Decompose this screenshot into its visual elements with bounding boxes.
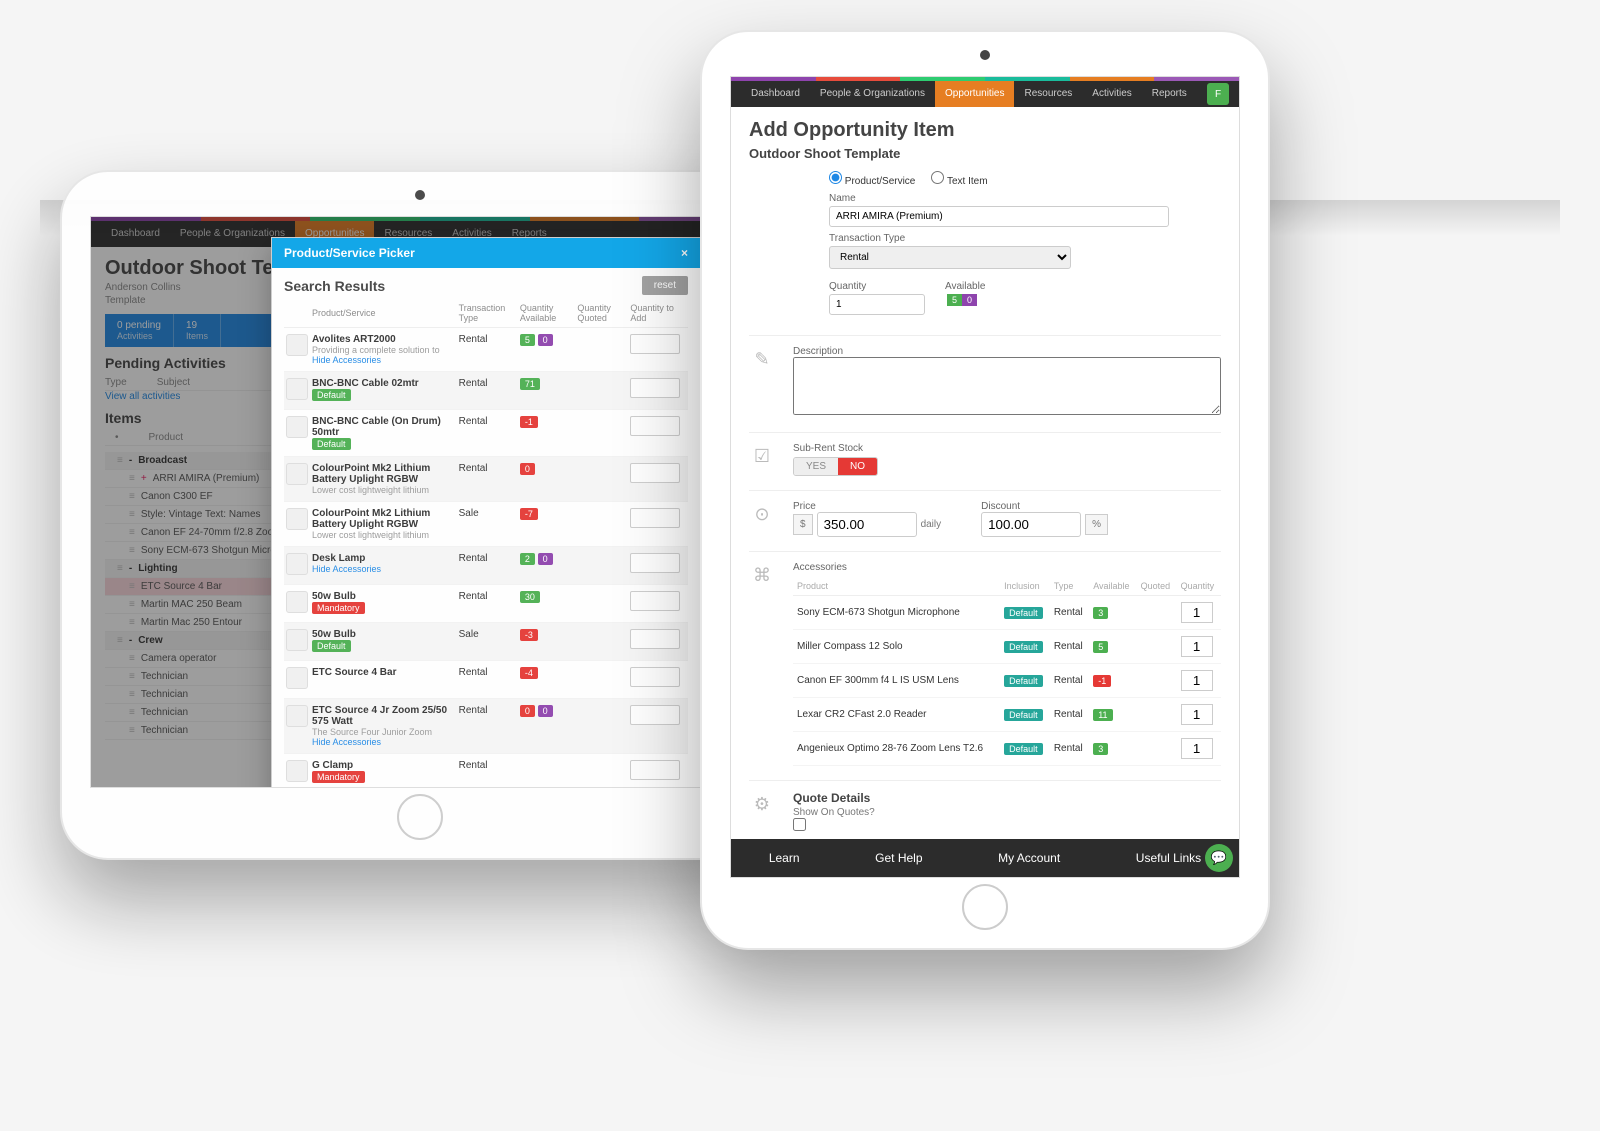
screen-left: DashboardPeople & OrganizationsOpportuni… xyxy=(90,216,750,788)
acc-qty-input[interactable] xyxy=(1181,704,1213,725)
nav-dashboard[interactable]: Dashboard xyxy=(741,81,810,107)
accessory-row: Canon EF 300mm f4 L IS USM LensDefaultRe… xyxy=(793,664,1221,698)
close-icon[interactable]: × xyxy=(681,246,688,260)
screen-right: DashboardPeople & OrganizationsOpportuni… xyxy=(730,76,1240,878)
qty-add-input[interactable] xyxy=(630,629,680,649)
nav-opportunities[interactable]: Opportunities xyxy=(935,81,1014,107)
quantity-input[interactable] xyxy=(829,294,925,315)
description-textarea[interactable] xyxy=(793,357,1221,415)
hierarchy-icon: ⌘ xyxy=(749,562,775,588)
acc-qty-input[interactable] xyxy=(1181,636,1213,657)
picker-row[interactable]: Avolites ART2000Providing a complete sol… xyxy=(284,328,688,372)
product-thumb-icon xyxy=(286,463,308,485)
nav-resources[interactable]: Resources xyxy=(1014,81,1082,107)
nav-activities[interactable]: Activities xyxy=(1082,81,1141,107)
accessory-row: Miller Compass 12 SoloDefaultRental5 xyxy=(793,630,1221,664)
camera-icon xyxy=(415,190,425,200)
camera-icon xyxy=(980,50,990,60)
picker-row[interactable]: G ClampMandatoryRental xyxy=(284,754,688,789)
accessory-row: Angenieux Optimo 28-76 Zoom Lens T2.6Def… xyxy=(793,732,1221,766)
qty-add-input[interactable] xyxy=(630,591,680,611)
qty-add-input[interactable] xyxy=(630,378,680,398)
product-thumb-icon xyxy=(286,667,308,689)
search-results-heading: Search Results xyxy=(284,278,385,294)
qty-add-input[interactable] xyxy=(630,553,680,573)
price-input[interactable] xyxy=(817,512,917,537)
picker-row[interactable]: 50w BulbMandatoryRental30 xyxy=(284,585,688,623)
chat-icon[interactable]: 💬 xyxy=(1205,844,1233,872)
acc-qty-input[interactable] xyxy=(1181,738,1213,759)
product-thumb-icon xyxy=(286,760,308,782)
modal-title-bar: Product/Service Picker × xyxy=(272,238,700,268)
footer-link[interactable]: My Account xyxy=(998,851,1060,865)
radio-text[interactable]: Text Item xyxy=(931,171,987,187)
pencil-icon: ✎ xyxy=(749,346,775,372)
page-title: Add Opportunity Item xyxy=(749,119,1221,142)
price-icon: ⊙ xyxy=(749,501,775,527)
gear-icon: ⚙ xyxy=(749,791,775,817)
tablet-right: DashboardPeople & OrganizationsOpportuni… xyxy=(700,30,1270,950)
accessories-table: ProductInclusionTypeAvailableQuotedQuant… xyxy=(793,577,1221,766)
subrent-toggle[interactable]: YESNO xyxy=(793,457,878,476)
show-on-quotes-checkbox[interactable] xyxy=(793,818,806,831)
product-thumb-icon xyxy=(286,705,308,727)
product-thumb-icon xyxy=(286,334,308,356)
acc-qty-input[interactable] xyxy=(1181,670,1213,691)
check-icon: ☑ xyxy=(749,443,775,469)
product-thumb-icon xyxy=(286,416,308,438)
product-thumb-icon xyxy=(286,629,308,651)
nav-bar: DashboardPeople & OrganizationsOpportuni… xyxy=(731,81,1239,107)
name-input[interactable] xyxy=(829,206,1169,227)
footer-link[interactable]: Learn xyxy=(769,851,800,865)
product-thumb-icon xyxy=(286,591,308,613)
picker-row[interactable]: BNC-BNC Cable 02mtrDefaultRental71 xyxy=(284,372,688,410)
transaction-type-select[interactable]: Rental xyxy=(829,246,1071,269)
footer-link[interactable]: Get Help xyxy=(875,851,922,865)
discount-input[interactable] xyxy=(981,512,1081,537)
qty-add-input[interactable] xyxy=(630,463,680,483)
product-picker-modal: Product/Service Picker × Search Results … xyxy=(271,237,701,788)
avatar[interactable]: F xyxy=(1207,83,1229,105)
product-thumb-icon xyxy=(286,508,308,530)
footer-nav: Learn Get Help My Account Useful Links 💬 xyxy=(731,839,1239,877)
acc-qty-input[interactable] xyxy=(1181,602,1213,623)
product-thumb-icon xyxy=(286,378,308,400)
qty-add-input[interactable] xyxy=(630,508,680,528)
qty-add-input[interactable] xyxy=(630,760,680,780)
available-badges: 50 xyxy=(947,294,977,306)
nav-reports[interactable]: Reports xyxy=(1142,81,1197,107)
picker-row[interactable]: ETC Source 4 Jr Zoom 25/50 575 WattThe S… xyxy=(284,699,688,754)
picker-row[interactable]: ColourPoint Mk2 Lithium Battery Uplight … xyxy=(284,457,688,502)
picker-row[interactable]: BNC-BNC Cable (On Drum) 50mtrDefaultRent… xyxy=(284,410,688,457)
accessory-row: Lexar CR2 CFast 2.0 ReaderDefaultRental1… xyxy=(793,698,1221,732)
tablet-left: DashboardPeople & OrganizationsOpportuni… xyxy=(60,170,780,860)
qty-add-input[interactable] xyxy=(630,667,680,687)
qty-add-input[interactable] xyxy=(630,334,680,354)
picker-row[interactable]: 50w BulbDefaultSale-3 xyxy=(284,623,688,661)
home-button-icon xyxy=(962,884,1008,930)
product-thumb-icon xyxy=(286,553,308,575)
reset-button[interactable]: reset xyxy=(642,276,688,295)
template-subtitle: Outdoor Shoot Template xyxy=(749,146,1221,161)
home-button-icon xyxy=(397,794,443,840)
qty-add-input[interactable] xyxy=(630,705,680,725)
picker-row[interactable]: ColourPoint Mk2 Lithium Battery Uplight … xyxy=(284,502,688,547)
radio-product[interactable]: Product/Service xyxy=(829,171,915,187)
picker-row[interactable]: ETC Source 4 BarRental-4 xyxy=(284,661,688,699)
qty-add-input[interactable] xyxy=(630,416,680,436)
nav-people-organizations[interactable]: People & Organizations xyxy=(810,81,935,107)
accessory-row: Sony ECM-673 Shotgun MicrophoneDefaultRe… xyxy=(793,596,1221,630)
footer-link[interactable]: Useful Links xyxy=(1136,851,1201,865)
picker-table: Product/ServiceTransaction TypeQuantity … xyxy=(284,299,688,788)
picker-row[interactable]: Desk LampHide AccessoriesRental2 0 xyxy=(284,547,688,585)
